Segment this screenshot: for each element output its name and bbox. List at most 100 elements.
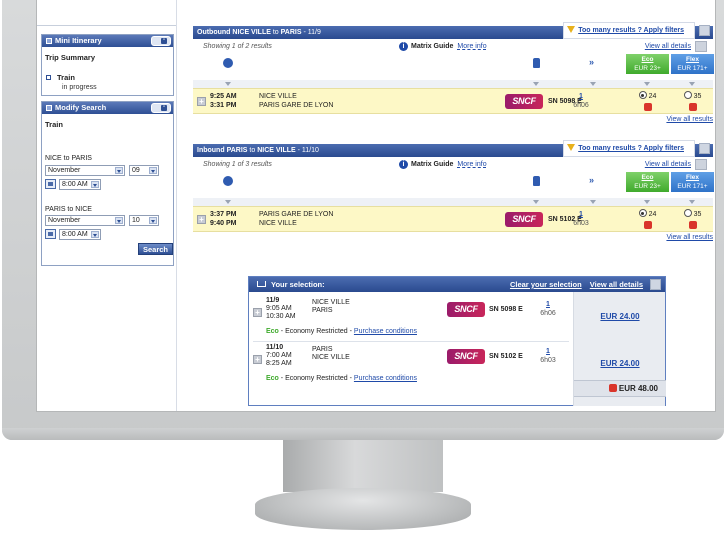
eco-fare-cell[interactable]: 24 [626, 209, 669, 229]
outbound-time-select[interactable]: 8:00 AM [59, 179, 101, 190]
selection-view-all-details-link[interactable]: View all details [590, 280, 643, 289]
chevron-down-icon [149, 167, 157, 174]
eco-price: EUR 23+ [634, 65, 661, 72]
fast-forward-icon[interactable]: » [589, 175, 594, 185]
arrival-station: NICE VILLE [259, 220, 297, 227]
leg-conditions: Eco - Economy Restricted - Purchase cond… [266, 375, 417, 382]
trip-duration: 1 6h03 [570, 210, 592, 228]
leg-price[interactable]: EUR 24.00 [574, 359, 666, 368]
leg-to: NICE VILLE [312, 354, 350, 361]
flex-fare-cell[interactable]: 35 [671, 91, 714, 111]
inbound-header-to-word: to [249, 147, 256, 154]
leg-conditions: Eco - Economy Restricted - Purchase cond… [266, 328, 417, 335]
changes-link[interactable]: 1 [546, 348, 550, 355]
view-all-results-link[interactable]: View all results [666, 234, 713, 241]
monitor-stand-base [255, 488, 471, 530]
sort-arrow-icon[interactable] [533, 200, 539, 204]
sort-arrow-icon[interactable] [689, 200, 695, 204]
eco-column-header[interactable]: Eco EUR 23+ [626, 54, 669, 74]
radio-unselected[interactable] [683, 91, 692, 99]
expand-icon[interactable] [699, 25, 710, 36]
outbound-header-date: - 11/9 [303, 29, 321, 36]
expand-plus-icon[interactable]: + [253, 308, 262, 317]
inbound-month-select[interactable]: November [45, 215, 125, 226]
flex-column-header[interactable]: Flex EUR 171+ [671, 54, 714, 74]
radio-selected[interactable] [638, 209, 647, 217]
inbound-day-select[interactable]: 10 [129, 215, 159, 226]
matrix-guide-label: Matrix Guide [411, 161, 454, 168]
eco-column-header[interactable]: Eco EUR 23+ [626, 172, 669, 192]
matrix-guide: i Matrix Guide More info [399, 160, 487, 169]
changes-link[interactable]: 1 [579, 211, 583, 218]
radio-unselected[interactable] [683, 209, 692, 217]
clear-selection-link[interactable]: Clear your selection [510, 280, 582, 289]
trip-row[interactable]: + 3:37 PM 9:40 PM PARIS GARE DE LYON NIC… [193, 206, 713, 232]
purchase-conditions-link[interactable]: Purchase conditions [354, 328, 417, 335]
inbound-route-label: PARIS to NICE [45, 206, 92, 213]
changes-link[interactable]: 1 [546, 301, 550, 308]
leg-departure: 7:00 AM [266, 352, 292, 359]
search-button[interactable]: Search [138, 243, 173, 255]
sort-arrow-icon[interactable] [644, 200, 650, 204]
details-icon[interactable] [695, 41, 707, 52]
eco-fare-cell[interactable]: 24 [626, 91, 669, 111]
inbound-time-select[interactable]: 8:00 AM [59, 229, 101, 240]
sort-arrow-icon[interactable] [590, 200, 596, 204]
sncf-logo: SNCF [505, 212, 543, 227]
sort-arrow-icon[interactable] [225, 200, 231, 204]
sncf-logo: SNCF [505, 94, 543, 109]
eco-seats: 24 [648, 211, 657, 218]
chevron-down-icon [115, 217, 123, 224]
leg-arrival: 10:30 AM [266, 313, 296, 320]
sort-arrow-icon[interactable] [225, 82, 231, 86]
details-icon[interactable] [695, 159, 707, 170]
departure-station: NICE VILLE [259, 93, 297, 100]
fast-forward-icon[interactable]: » [589, 57, 594, 67]
expand-plus-icon[interactable]: + [197, 97, 206, 106]
changes-link[interactable]: 1 [579, 93, 583, 100]
trip-row[interactable]: + 9:25 AM 3:31 PM NICE VILLE PARIS GARE … [193, 88, 713, 114]
sort-arrow-icon[interactable] [644, 82, 650, 86]
itinerary-item[interactable]: Train [57, 73, 75, 82]
sort-arrow-icon[interactable] [689, 82, 695, 86]
expand-plus-icon[interactable]: + [197, 215, 206, 224]
expand-icon[interactable] [699, 143, 710, 154]
leg-price[interactable]: EUR 24.00 [574, 312, 666, 321]
calendar-icon[interactable] [45, 179, 56, 189]
apply-filters-link[interactable]: Too many results ? Apply filters [563, 22, 710, 39]
outbound-day-select[interactable]: 09 [129, 165, 159, 176]
clock-icon[interactable] [223, 176, 233, 186]
view-all-details-link[interactable]: View all details [645, 161, 691, 168]
bullet-icon [46, 75, 51, 80]
radio-selected[interactable] [638, 91, 647, 99]
flex-column-header[interactable]: Flex EUR 171+ [671, 172, 714, 192]
train-icon[interactable] [533, 176, 540, 186]
sort-arrow-icon[interactable] [590, 82, 596, 86]
train-icon[interactable] [533, 58, 540, 68]
flex-fare-cell[interactable]: 35 [671, 209, 714, 229]
more-info-link[interactable]: More info [457, 161, 486, 168]
outbound-month-select[interactable]: November [45, 165, 125, 176]
clock-icon[interactable] [223, 58, 233, 68]
sort-arrow-icon[interactable] [533, 82, 539, 86]
flex-seats: 35 [693, 211, 702, 218]
sort-row [193, 198, 713, 206]
view-all-details-link[interactable]: View all details [645, 43, 691, 50]
total-price: EUR 48.00 [574, 380, 666, 397]
collapse-tab[interactable]: - [151, 36, 171, 46]
cart-icon [257, 281, 266, 287]
matrix-guide-label: Matrix Guide [411, 43, 454, 50]
mini-itinerary-title: Mini Itinerary [55, 36, 102, 45]
view-all-results-link[interactable]: View all results [666, 116, 713, 123]
outbound-section: Outbound NICE VILLE to PARIS - 11/9 Too … [193, 22, 714, 136]
apply-filters-link[interactable]: Too many results ? Apply filters [563, 140, 710, 157]
purchase-conditions-link[interactable]: Purchase conditions [354, 375, 417, 382]
leg-from: NICE VILLE [312, 299, 350, 306]
sidebar-top-bar [37, 0, 176, 26]
expand-plus-icon[interactable]: + [253, 355, 262, 364]
more-info-link[interactable]: More info [457, 43, 486, 50]
expand-icon[interactable] [650, 279, 661, 290]
selection-leg: + 11/9 9:05 AM 10:30 AM NICE VILLE PARIS… [253, 296, 569, 340]
calendar-icon[interactable] [45, 229, 56, 239]
collapse-tab[interactable]: - [151, 103, 171, 113]
